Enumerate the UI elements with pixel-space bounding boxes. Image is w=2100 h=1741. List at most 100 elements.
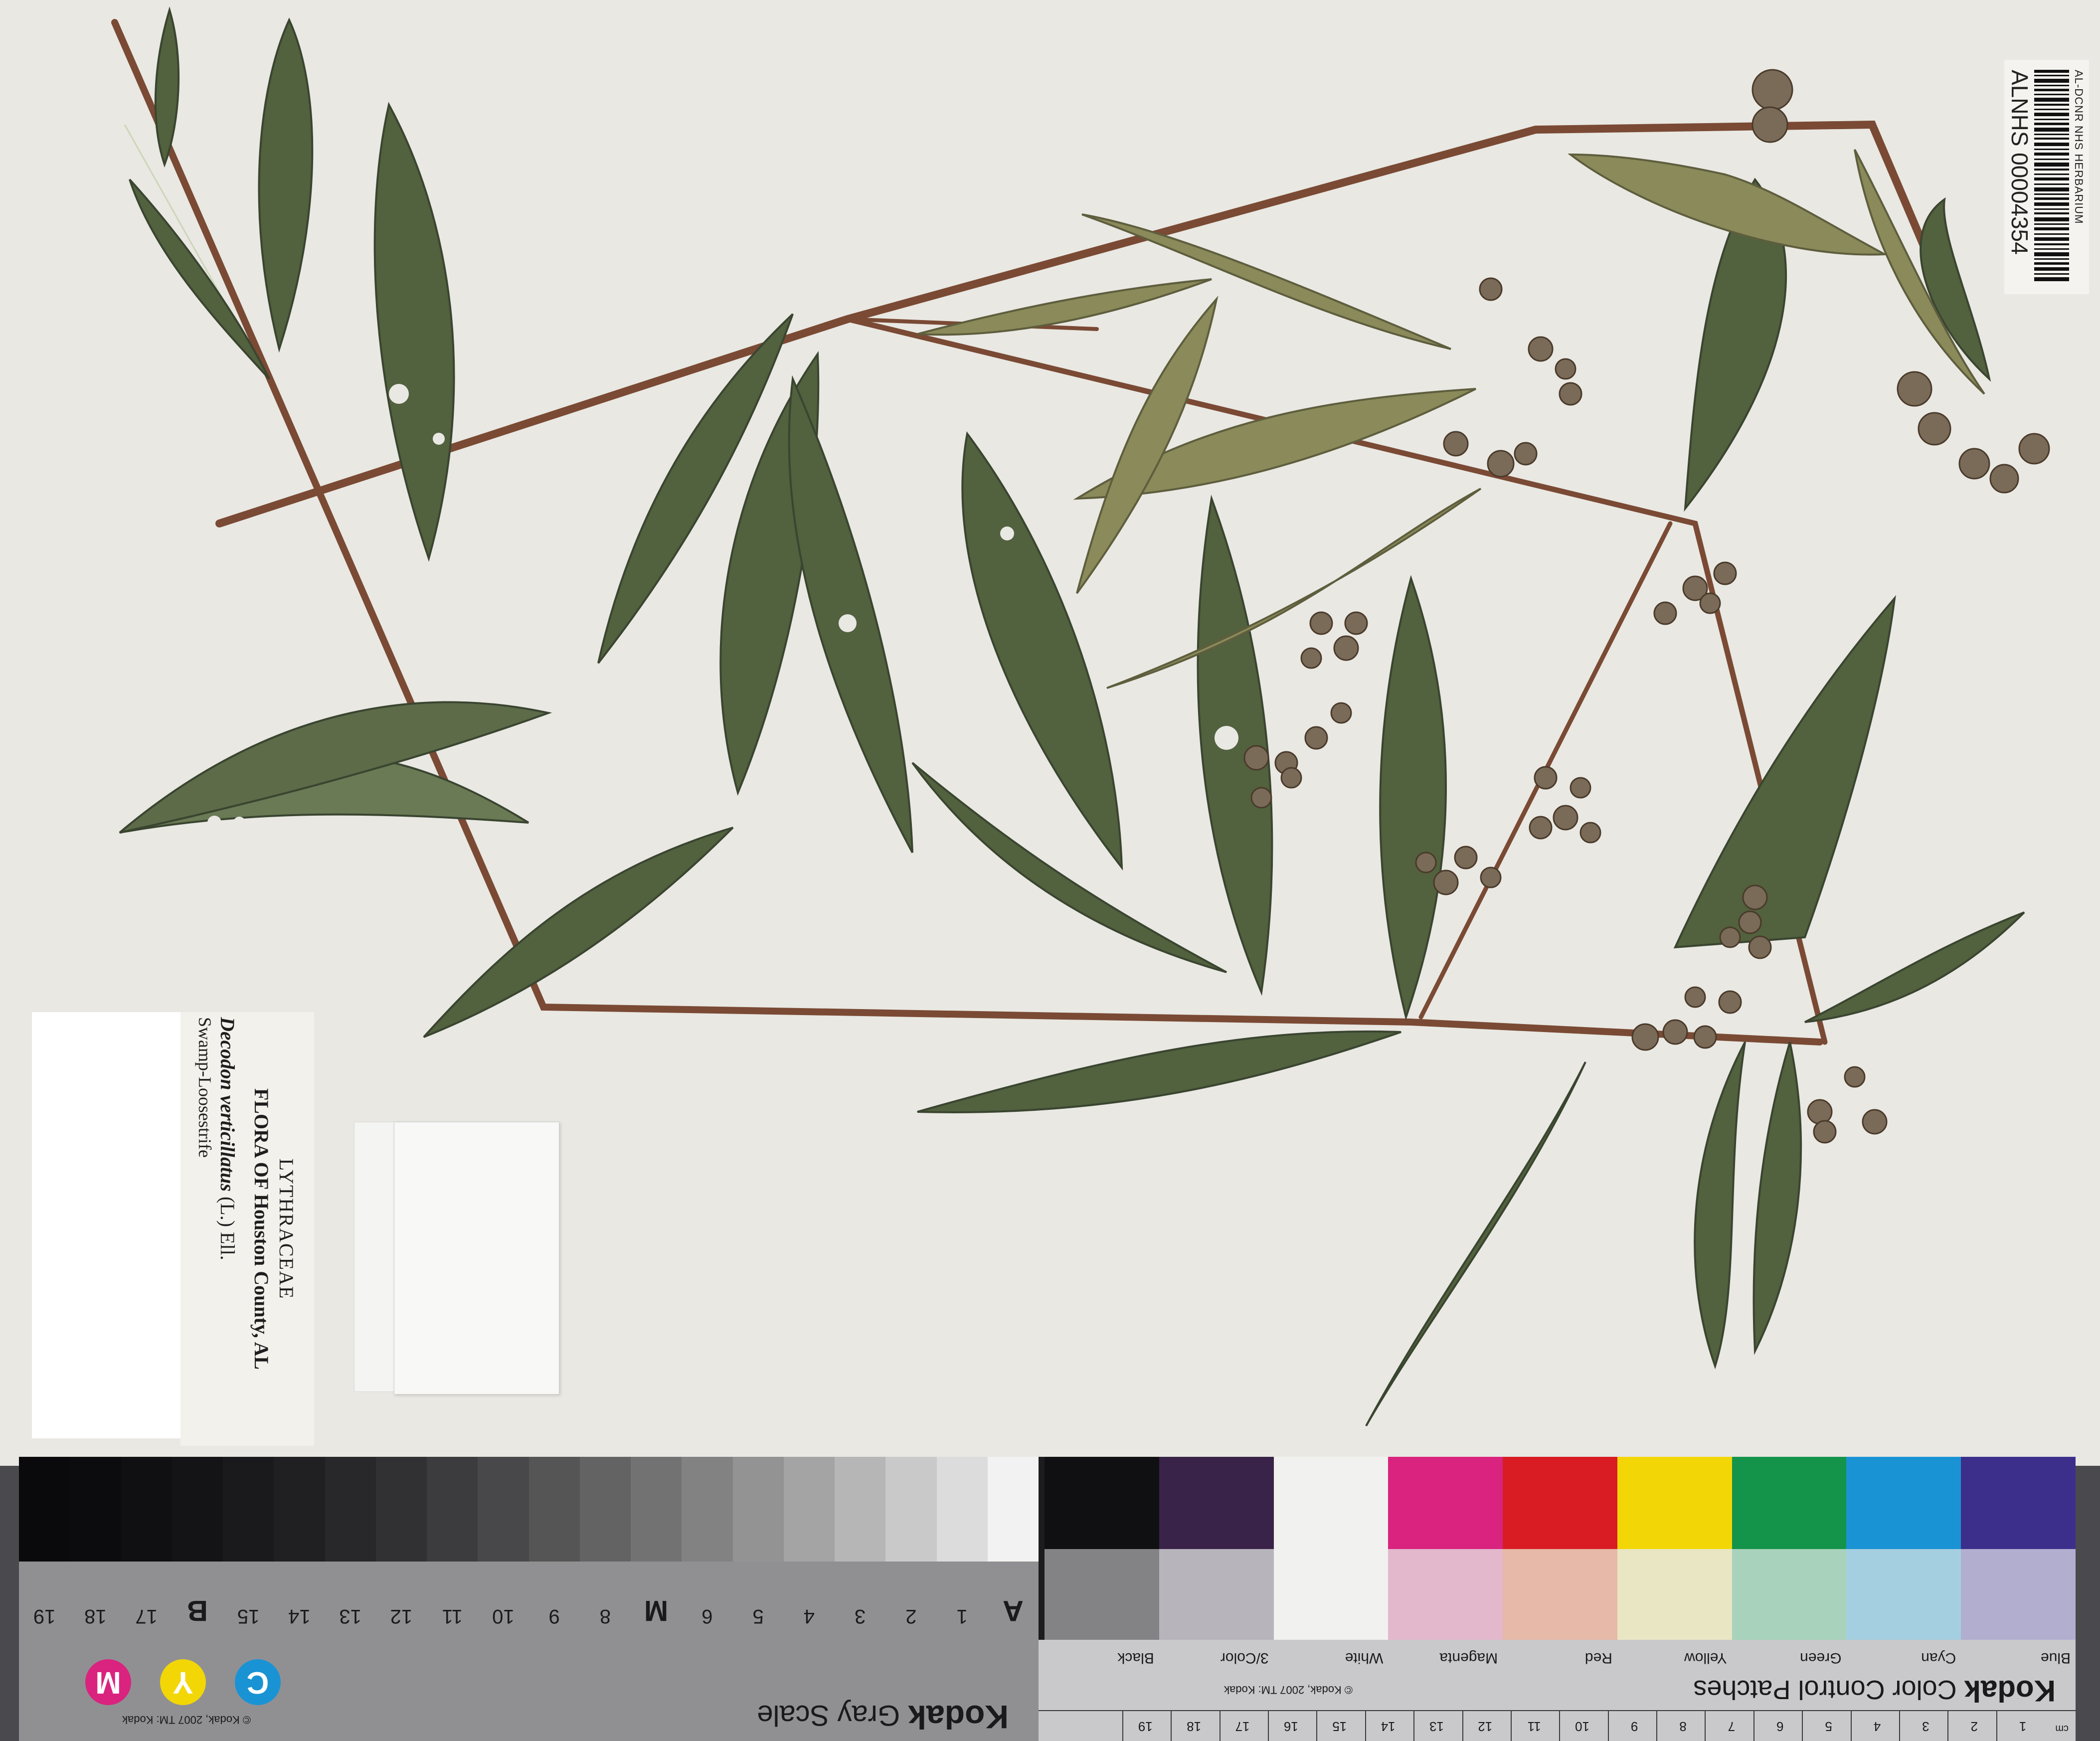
gray-scale-number: 17 (135, 1605, 158, 1627)
ruler-number: 19 (1138, 1719, 1153, 1734)
color-patch (1388, 1457, 1503, 1549)
gray-patch (375, 1457, 427, 1562)
patch-label: Cyan (1921, 1650, 1956, 1666)
flora-heading: FLORA OF Houston County, AL (250, 1088, 273, 1370)
fragment-packet (394, 1122, 559, 1394)
ruler-tick (1316, 1711, 1318, 1741)
gray-patch (835, 1457, 886, 1562)
ruler-number: 8 (1679, 1719, 1687, 1734)
gray-patch (478, 1457, 529, 1562)
ruler-number: 18 (1187, 1719, 1202, 1734)
gray-scale-number: 8 (599, 1605, 611, 1627)
authority: (L.) Ell. (216, 1196, 239, 1260)
ruler-number: 10 (1575, 1719, 1589, 1734)
ruler-number: 15 (1332, 1719, 1347, 1734)
gray-scale-number: 10 (492, 1605, 515, 1627)
color-patch (1732, 1549, 1847, 1640)
gray-scale-number: 3 (855, 1605, 866, 1627)
color-patch (1273, 1549, 1389, 1640)
color-patches-bottom (1045, 1549, 2076, 1640)
common-name: Swamp-Loosestrife (195, 1017, 215, 1158)
kodak-logo-text: Kodak (908, 1699, 1009, 1736)
gray-patch (579, 1457, 631, 1562)
color-patch (1961, 1549, 2076, 1640)
gray-patch (783, 1457, 835, 1562)
patch-label: Yellow (1684, 1650, 1727, 1666)
ruler-number: 7 (1728, 1719, 1736, 1734)
ruler-tick (1607, 1711, 1609, 1741)
ruler-number: 4 (1873, 1719, 1881, 1734)
gray-patch (274, 1457, 325, 1562)
gray-scale-number: 6 (701, 1605, 713, 1627)
ruler-tick (1802, 1711, 1803, 1741)
patch-label: Black (1117, 1650, 1154, 1666)
ruler-tick (1656, 1711, 1658, 1741)
gray-patch (19, 1457, 70, 1562)
cm-ruler: cm 1 2 3 4 5 6 7 8 9 10 11 12 13 14 15 16 17 18 19 (1039, 1710, 2076, 1741)
color-patch (1503, 1549, 1617, 1640)
ruler-tick (1899, 1711, 1900, 1741)
gray-scale-number: 18 (84, 1605, 107, 1627)
ruler-tick (1996, 1711, 1997, 1741)
gray-scale-number: 2 (905, 1605, 917, 1627)
gray-scale-number: 11 (442, 1605, 463, 1627)
ruler-number: 11 (1527, 1719, 1541, 1734)
specimen-label: LYTHRACEAE FLORA OF Houston County, AL D… (180, 1012, 314, 1446)
gray-scale-number: 14 (288, 1605, 311, 1627)
color-patch (1961, 1457, 2076, 1549)
ruler-number: 16 (1283, 1719, 1298, 1734)
herbarium-name: AL-DCNR NHS HERBARIUM (2073, 70, 2085, 224)
catalog-number: ALNHS 00004354 (2007, 70, 2033, 255)
color-card-lower: Blue Cyan Green Yellow Red Magenta White 3/Colo… (1039, 1640, 2076, 1741)
color-card-title-line: Kodak Color Control Patches (1693, 1674, 2056, 1708)
barcode-label: AL-DCNR NHS HERBARIUM ALNHS 00004354 (2004, 60, 2089, 294)
color-card-title: Color Control Patches (1693, 1675, 1957, 1705)
gray-card-title-line: Kodak Gray Scale (757, 1698, 1009, 1736)
patch-label: Magenta (1439, 1650, 1498, 1666)
ruler-number: 17 (1235, 1719, 1250, 1734)
ruler-tick (1365, 1711, 1366, 1741)
ruler-tick (1413, 1711, 1415, 1741)
ruler-tick (1462, 1711, 1463, 1741)
ruler-tick (1268, 1711, 1269, 1741)
patch-label: Red (1584, 1650, 1612, 1666)
patch-label: White (1345, 1650, 1384, 1666)
ruler-number: 3 (1922, 1719, 1929, 1734)
color-patch (1503, 1457, 1617, 1549)
color-patch (1732, 1457, 1847, 1549)
ruler-tick (1753, 1711, 1754, 1741)
gray-patch (528, 1457, 580, 1562)
ruler-number: 13 (1429, 1719, 1444, 1734)
gray-patch (987, 1457, 1039, 1562)
ruler-tick (1219, 1711, 1221, 1741)
ruler-number: 14 (1381, 1719, 1396, 1734)
ruler-number: 6 (1776, 1719, 1784, 1734)
gray-patches (19, 1457, 1039, 1562)
ruler-unit: cm (2055, 1723, 2069, 1734)
gray-scale-number: B (186, 1594, 208, 1627)
color-patch (1846, 1457, 1961, 1549)
ruler-number: 12 (1478, 1719, 1493, 1734)
color-patch (1273, 1457, 1389, 1549)
color-patch (1617, 1457, 1732, 1549)
color-card-copyright: © Kodak, 2007 TM: Kodak (1224, 1684, 1353, 1696)
gray-patch (223, 1457, 274, 1562)
gray-patch (325, 1457, 376, 1562)
color-patch (1846, 1549, 1961, 1640)
ruler-tick (1850, 1711, 1852, 1741)
color-patch (1045, 1457, 1159, 1549)
scientific-name: Decodon verticillatus (216, 1017, 239, 1192)
gray-patch (682, 1457, 733, 1562)
ruler-tick (1122, 1711, 1123, 1741)
ruler-tick (1559, 1711, 1561, 1741)
gray-patch (121, 1457, 172, 1562)
plant-specimen (111, 6, 2050, 1426)
cmy-circle: M (85, 1659, 131, 1705)
ruler-tick (1171, 1711, 1172, 1741)
ruler-tick (1947, 1711, 1949, 1741)
gray-patch (885, 1457, 937, 1562)
gray-patch (70, 1457, 121, 1562)
gray-scale-number: 15 (237, 1605, 260, 1627)
gray-patch (732, 1457, 784, 1562)
family-name: LYTHRACEAE (275, 1158, 298, 1300)
